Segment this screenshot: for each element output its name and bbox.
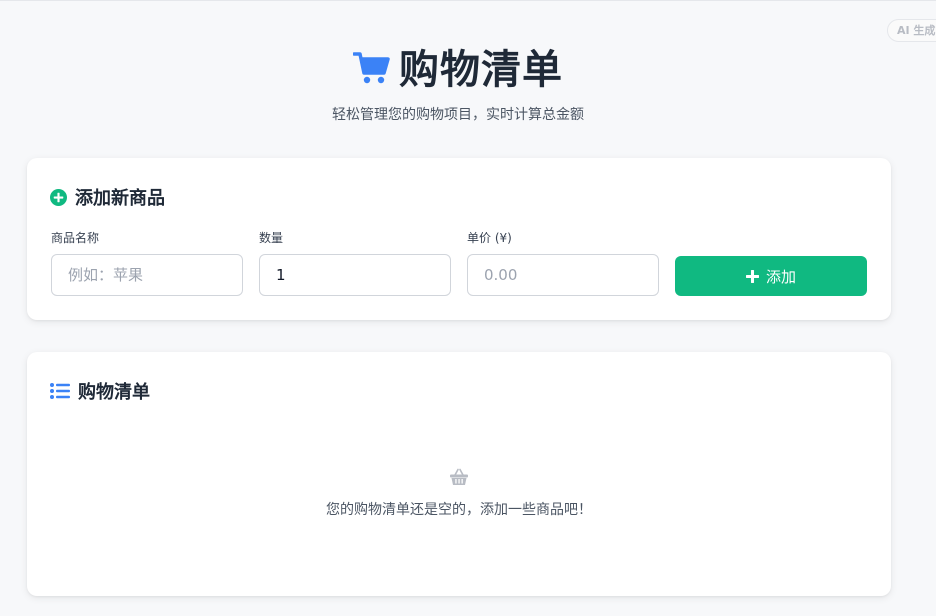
- add-item-title: 添加新商品: [75, 188, 165, 209]
- empty-state-message: 您的购物清单还是空的，添加一些商品吧！: [326, 502, 592, 518]
- shopping-list-title: 购物清单: [78, 382, 150, 403]
- list-icon: [50, 383, 70, 399]
- add-item-button[interactable]: 添加: [675, 256, 867, 296]
- page-header: 购物清单: [0, 40, 916, 93]
- page-subtitle: 轻松管理您的购物项目，实时计算总金额: [332, 107, 584, 123]
- shopping-list-heading: 购物清单: [50, 378, 150, 404]
- top-divider: [0, 0, 936, 1]
- quantity-input[interactable]: [259, 254, 451, 296]
- quantity-label: 数量: [259, 231, 284, 245]
- plus-icon: [745, 269, 759, 283]
- add-item-heading: 添加新商品: [50, 184, 165, 210]
- basket-icon: [450, 468, 468, 485]
- ai-generated-badge: AI 生成: [887, 19, 936, 42]
- unit-price-input[interactable]: [467, 254, 659, 296]
- unit-price-label: 单价 (¥): [467, 231, 512, 245]
- page-title: 购物清单: [399, 47, 563, 93]
- add-button-label: 添加: [765, 267, 796, 286]
- plus-circle-icon: [50, 188, 67, 206]
- empty-state: 您的购物清单还是空的，添加一些商品吧！: [27, 468, 891, 519]
- shopping-cart-icon: [353, 52, 390, 84]
- add-item-card: 添加新商品 商品名称 数量 单价 (¥) 添加: [27, 158, 891, 320]
- shopping-list-card: 购物清单 您的购物清单还是空的，添加一些商品吧！: [27, 352, 891, 596]
- item-name-label: 商品名称: [51, 231, 100, 245]
- item-name-input[interactable]: [51, 254, 243, 296]
